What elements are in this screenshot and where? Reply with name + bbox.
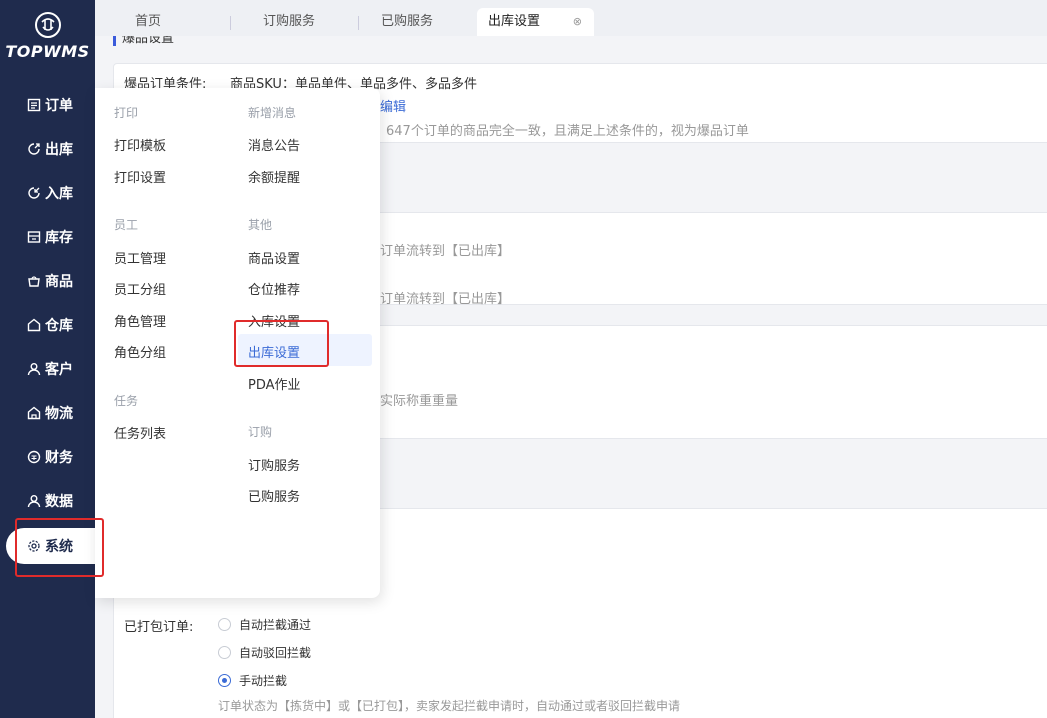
radio-button[interactable] xyxy=(218,618,231,631)
sidebar-item-inventory[interactable]: 库存 xyxy=(0,219,95,255)
tab-label: 订购服务 xyxy=(263,14,316,29)
data-icon xyxy=(26,493,42,509)
edit-link[interactable]: 编辑 xyxy=(380,96,406,115)
sidebar-item-label: 入库 xyxy=(45,186,73,202)
menu-item-balance-alert[interactable]: 余额提醒 xyxy=(248,167,300,186)
sidebar-item-outbound[interactable]: 出库 xyxy=(0,131,95,167)
sidebar-item-label: 出库 xyxy=(45,142,73,158)
sidebar-item-inbound[interactable]: 入库 xyxy=(0,175,95,211)
sidebar-item-label: 库存 xyxy=(45,230,73,246)
packed-order-label: 已打包订单: xyxy=(124,620,194,635)
logo-icon xyxy=(34,12,61,38)
radio-label: 自动驳回拦截 xyxy=(239,646,312,660)
tab-label: 出库设置 xyxy=(488,14,541,29)
hot-order-description: 647个订单的商品完全一致，且满足上述条件的，视为爆品订单 xyxy=(386,124,749,139)
order-icon xyxy=(26,97,42,113)
menu-item-print-template[interactable]: 打印模板 xyxy=(114,135,166,154)
outbound-icon xyxy=(26,141,42,157)
sidebar-item-label: 客户 xyxy=(45,362,73,378)
tab-outbound-settings[interactable]: 出库设置 ⊗ xyxy=(477,8,594,36)
menu-item-print-settings[interactable]: 打印设置 xyxy=(114,167,166,186)
sidebar-item-logistics[interactable]: 物流 xyxy=(0,395,95,431)
highlight-box-system xyxy=(15,518,104,577)
flow-text: 订单流转到【已出库】 xyxy=(380,244,511,259)
menu-item-staff-groups[interactable]: 员工分组 xyxy=(114,279,166,298)
inventory-icon xyxy=(26,229,42,245)
menu-item-location-recommend[interactable]: 仓位推荐 xyxy=(248,279,300,298)
logistics-icon xyxy=(26,405,42,421)
highlight-box-outbound-settings xyxy=(234,320,329,367)
menu-item-pda-operation[interactable]: PDA作业 xyxy=(248,374,301,393)
menu-item-staff-management[interactable]: 员工管理 xyxy=(114,248,166,267)
sidebar-item-warehouse[interactable]: 仓库 xyxy=(0,307,95,343)
tab-bar: 首页 订购服务 已购服务 出库设置 ⊗ xyxy=(95,0,1047,36)
menu-group-tasks: 任务 xyxy=(114,394,139,408)
menu-group-new-messages: 新增消息 xyxy=(248,106,297,120)
finance-icon xyxy=(26,449,42,465)
logo[interactable]: TOPWMS xyxy=(0,10,95,61)
sidebar-item-goods[interactable]: 商品 xyxy=(0,263,95,299)
sidebar-item-label: 仓库 xyxy=(45,318,73,334)
sidebar-item-label: 商品 xyxy=(45,274,73,290)
section-title: 爆品设置 xyxy=(113,36,174,46)
logo-text: TOPWMS xyxy=(5,42,90,61)
menu-group-subscribe: 订购 xyxy=(248,425,273,439)
menu-group-other: 其他 xyxy=(248,218,273,232)
flow-text: 订单流转到【已出库】 xyxy=(380,292,511,307)
sidebar: TOPWMS 订单 出库 入库 库存 商品 仓库 客户 物流 财务 数据 系统 xyxy=(0,0,106,718)
menu-item-role-management[interactable]: 角色管理 xyxy=(114,311,166,330)
sidebar-item-label: 物流 xyxy=(45,406,73,422)
menu-item-announcements[interactable]: 消息公告 xyxy=(248,135,300,154)
radio-manual-intercept[interactable]: 手动拦截 xyxy=(218,672,287,689)
menu-item-task-list[interactable]: 任务列表 xyxy=(114,423,166,442)
tab-home[interactable]: 首页 xyxy=(113,8,231,36)
warehouse-icon xyxy=(26,317,42,333)
sidebar-item-label: 数据 xyxy=(45,494,73,510)
tab-purchased-service[interactable]: 已购服务 xyxy=(359,8,477,36)
radio-button-checked[interactable] xyxy=(218,674,231,687)
sidebar-item-label: 订单 xyxy=(45,98,73,114)
close-icon[interactable]: ⊗ xyxy=(573,8,582,36)
sidebar-item-order[interactable]: 订单 xyxy=(0,87,95,123)
sidebar-item-label: 财务 xyxy=(45,450,73,466)
radio-auto-reject[interactable]: 自动驳回拦截 xyxy=(218,644,311,661)
menu-item-subscribe-service[interactable]: 订购服务 xyxy=(248,455,300,474)
radio-button[interactable] xyxy=(218,646,231,659)
inbound-icon xyxy=(26,185,42,201)
menu-item-role-groups[interactable]: 角色分组 xyxy=(114,342,166,361)
customer-icon xyxy=(26,361,42,377)
sidebar-item-finance[interactable]: 财务 xyxy=(0,439,95,475)
tab-label: 已购服务 xyxy=(381,14,434,29)
weigh-text: 实际称重重量 xyxy=(380,394,459,409)
menu-group-print: 打印 xyxy=(114,106,139,120)
sidebar-item-data[interactable]: 数据 xyxy=(0,483,95,519)
menu-group-staff: 员工 xyxy=(114,218,139,232)
tab-label: 首页 xyxy=(135,14,162,29)
menu-item-purchased-service[interactable]: 已购服务 xyxy=(248,486,300,505)
radio-label: 自动拦截通过 xyxy=(239,618,312,632)
goods-icon xyxy=(26,273,42,289)
tab-subscribe-service[interactable]: 订购服务 xyxy=(241,8,359,36)
radio-label: 手动拦截 xyxy=(239,674,288,688)
packed-order-description: 订单状态为【拣货中】或【已打包】，卖家发起拦截申请时，自动通过或者驳回拦截申请 xyxy=(218,699,681,713)
sidebar-item-customer[interactable]: 客户 xyxy=(0,351,95,387)
menu-item-goods-settings[interactable]: 商品设置 xyxy=(248,248,300,267)
radio-auto-pass[interactable]: 自动拦截通过 xyxy=(218,616,311,633)
